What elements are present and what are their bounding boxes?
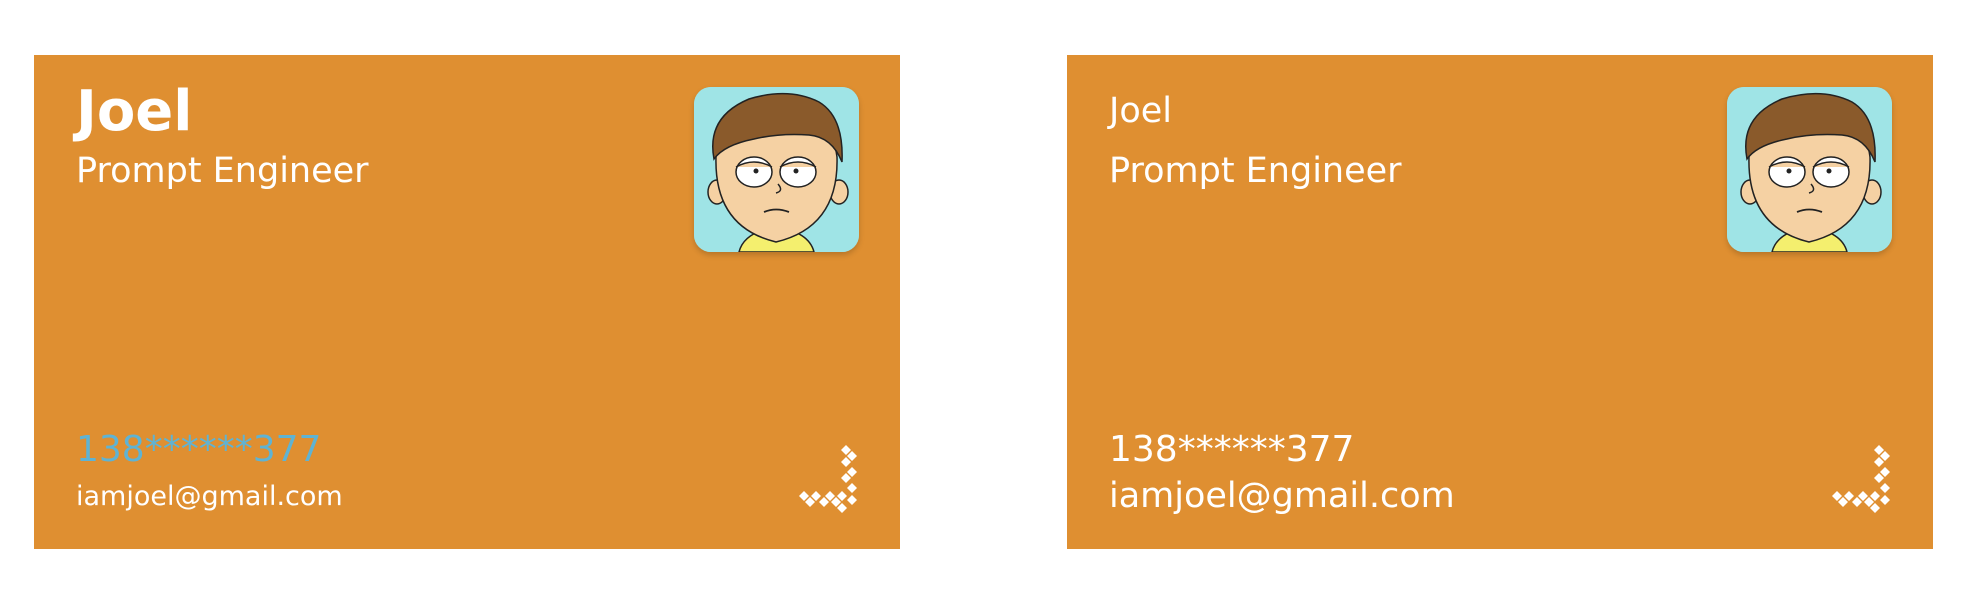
diamond-dots-logo-icon	[1831, 445, 1895, 513]
card-email[interactable]: iamjoel@gmail.com	[76, 480, 343, 514]
card-email[interactable]: iamjoel@gmail.com	[1109, 474, 1455, 518]
business-card: Joel Prompt Engineer 138******377 iamjoe…	[1067, 55, 1933, 549]
avatar	[694, 87, 859, 252]
avatar	[1727, 87, 1892, 252]
cartoon-face-icon	[1727, 87, 1892, 252]
card-phone[interactable]: 138******377	[76, 428, 321, 472]
cartoon-face-icon	[694, 87, 859, 252]
business-card: Joel Prompt Engineer 138******377 iamjoe…	[34, 55, 900, 549]
card-name: Joel	[76, 79, 193, 144]
card-job-title: Prompt Engineer	[76, 151, 369, 191]
card-phone[interactable]: 138******377	[1109, 428, 1354, 472]
card-name: Joel	[1109, 91, 1172, 131]
card-job-title: Prompt Engineer	[1109, 151, 1402, 191]
diamond-dots-logo-icon	[798, 445, 862, 513]
